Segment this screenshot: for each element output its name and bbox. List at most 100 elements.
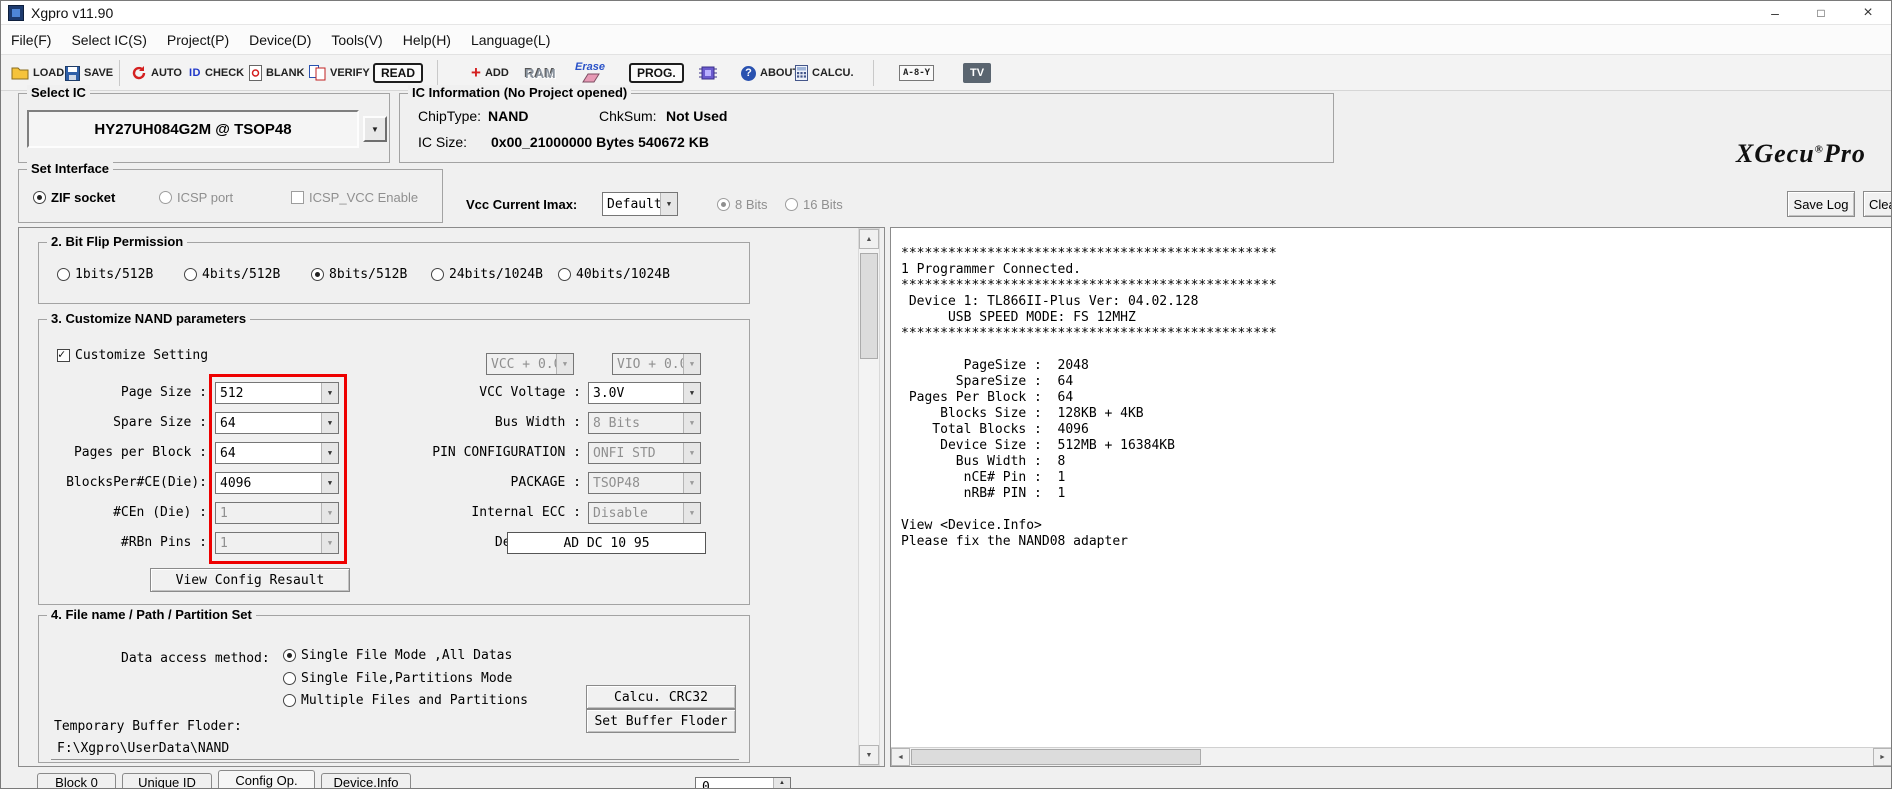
scrollbar-thumb[interactable] bbox=[860, 253, 878, 359]
check-id-button[interactable]: ID CHECK bbox=[189, 55, 244, 91]
block-number-spinner[interactable]: 0 bbox=[695, 777, 791, 788]
vcc-current-label: Vcc Current Imax: bbox=[466, 197, 578, 212]
program-button[interactable]: PROG. bbox=[629, 55, 684, 91]
save-log-button[interactable]: Save Log bbox=[1787, 191, 1855, 217]
tv-icon: TV bbox=[963, 63, 991, 83]
bit-flip-title: 2. Bit Flip Permission bbox=[47, 234, 188, 249]
log-line: 1 Programmer Connected. bbox=[901, 262, 1082, 277]
scroll-left-button[interactable] bbox=[891, 748, 910, 766]
calcu-label: CALCU. bbox=[812, 67, 854, 79]
cen-die-combo: 1 bbox=[215, 502, 339, 524]
selected-ic-display[interactable]: HY27UH084G2M @ TSOP48 bbox=[27, 110, 359, 148]
radio-single-file-all[interactable]: Single File Mode ,All Datas bbox=[283, 648, 512, 663]
tab-device-info[interactable]: Device.Info bbox=[321, 773, 411, 788]
calculator-button[interactable]: CALCU. bbox=[795, 55, 854, 91]
menu-item-language[interactable]: Language(L) bbox=[461, 28, 560, 52]
set-interface-group: Set Interface ZIF socket ICSP port ICSP_… bbox=[18, 161, 443, 223]
vio-offset-value: VIO + 0.0V bbox=[617, 356, 683, 372]
registered-mark: ® bbox=[1814, 143, 1824, 156]
checkbox-icon bbox=[57, 347, 70, 362]
log-line: PageSize : 2048 bbox=[901, 358, 1089, 373]
auto-label: AUTO bbox=[151, 67, 182, 79]
blank-page-icon bbox=[249, 65, 262, 81]
pin-config-combo: ONFI STD bbox=[588, 442, 701, 464]
scroll-down-button[interactable] bbox=[859, 745, 879, 765]
menu-item-select-ic[interactable]: Select IC(S) bbox=[61, 28, 156, 52]
zif-socket-label: ZIF socket bbox=[51, 190, 116, 205]
scroll-right-button[interactable] bbox=[1873, 748, 1891, 766]
vio-offset-combo: VIO + 0.0V bbox=[612, 353, 701, 375]
radio-8bits-512b[interactable]: 8bits/512B bbox=[311, 267, 407, 282]
vcc-voltage-combo[interactable]: 3.0V bbox=[588, 382, 701, 404]
radio-multiple-files[interactable]: Multiple Files and Partitions bbox=[283, 693, 528, 708]
spin-up-icon[interactable] bbox=[774, 778, 790, 788]
radio-4bits-512b[interactable]: 4bits/512B bbox=[184, 267, 280, 282]
about-button[interactable]: ? ABOUT bbox=[741, 55, 799, 91]
bitflip-option-label: 24bits/1024B bbox=[449, 267, 543, 282]
radio-single-file-partitions[interactable]: Single File,Partitions Mode bbox=[283, 671, 512, 686]
log-output-panel: ****************************************… bbox=[890, 227, 1891, 767]
bit-flip-group: 2. Bit Flip Permission 1bits/512B 4bits/… bbox=[38, 234, 750, 304]
menu-item-device[interactable]: Device(D) bbox=[239, 28, 321, 52]
pages-per-block-combo[interactable]: 64 bbox=[215, 442, 339, 464]
floppy-disk-icon bbox=[65, 65, 80, 81]
nand-params-title: 3. Customize NAND parameters bbox=[47, 311, 251, 326]
maximize-button[interactable]: □ bbox=[1798, 1, 1844, 25]
radio-zif-socket[interactable]: ZIF socket bbox=[33, 190, 115, 205]
radio-24bits-1024b[interactable]: 24bits/1024B bbox=[431, 267, 543, 282]
brand-suffix: Pro bbox=[1823, 139, 1866, 168]
radio-icon bbox=[283, 694, 296, 707]
blocks-per-ce-combo[interactable]: 4096 bbox=[215, 472, 339, 494]
pages-per-block-value: 64 bbox=[220, 445, 236, 461]
bus-width-combo: 8 Bits bbox=[588, 412, 701, 434]
logic-converter-button[interactable]: A-8-Y bbox=[899, 55, 935, 91]
blank-check-button[interactable]: BLANK bbox=[249, 55, 305, 91]
chevron-down-icon bbox=[321, 443, 338, 463]
check-label: CHECK bbox=[205, 67, 245, 79]
radio-icon bbox=[33, 191, 46, 204]
internal-ecc-combo: Disable bbox=[588, 502, 701, 524]
spare-size-value: 64 bbox=[220, 415, 236, 431]
set-buffer-folder-button[interactable]: Set Buffer Floder bbox=[586, 709, 736, 733]
spare-size-label: Spare Size : bbox=[113, 415, 207, 430]
device-id-field[interactable]: AD DC 10 95 bbox=[507, 532, 706, 554]
vcc-current-combo[interactable]: Default bbox=[602, 192, 678, 216]
calc-crc32-button[interactable]: Calcu. CRC32 bbox=[586, 685, 736, 709]
chksum-value: Not Used bbox=[666, 108, 728, 124]
log-line: Total Blocks : 4096 bbox=[901, 422, 1089, 437]
tab-unique-id[interactable]: Unique ID bbox=[122, 773, 212, 788]
log-line: Pages Per Block : 64 bbox=[901, 390, 1074, 405]
menu-item-project[interactable]: Project(P) bbox=[157, 28, 239, 52]
menu-item-file[interactable]: File(F) bbox=[1, 28, 61, 52]
chevron-down-icon bbox=[683, 503, 700, 523]
scrollbar-thumb[interactable] bbox=[911, 749, 1201, 765]
radio-icon bbox=[558, 268, 571, 281]
ic-dropdown-button[interactable] bbox=[363, 116, 387, 142]
close-button[interactable]: × bbox=[1844, 1, 1891, 25]
verify-button[interactable]: VERIFY bbox=[309, 55, 370, 91]
tv-mode-button[interactable]: TV bbox=[963, 55, 991, 91]
temp-buffer-path-field[interactable]: F:\Xgpro\UserData\NAND bbox=[51, 738, 739, 760]
radio-icon bbox=[283, 672, 296, 685]
minimize-button[interactable]: – bbox=[1752, 1, 1798, 25]
page-size-combo[interactable]: 512 bbox=[215, 382, 339, 404]
view-config-result-button[interactable]: View Config Resault bbox=[150, 568, 350, 592]
menu-item-help[interactable]: Help(H) bbox=[393, 28, 461, 52]
vcc-offset-value: VCC + 0.0V bbox=[491, 356, 556, 372]
spinner-buttons[interactable] bbox=[773, 778, 790, 788]
bus-width-label: Bus Width : bbox=[494, 415, 581, 430]
blocks-per-ce-label: BlocksPer#CE(Die): bbox=[66, 475, 207, 490]
menu-bar: File(F) Select IC(S) Project(P) Device(D… bbox=[1, 25, 1891, 55]
checkbox-customize-setting[interactable]: Customize Setting bbox=[57, 347, 208, 363]
scroll-up-button[interactable] bbox=[859, 229, 879, 249]
tab-config-op[interactable]: Config Op. bbox=[218, 770, 315, 788]
auto-button[interactable]: AUTO bbox=[131, 55, 182, 91]
radio-1bits-512b[interactable]: 1bits/512B bbox=[57, 267, 153, 282]
clear-log-button[interactable]: Clea bbox=[1863, 191, 1891, 217]
tab-block-0[interactable]: Block 0 bbox=[37, 773, 116, 788]
spare-size-combo[interactable]: 64 bbox=[215, 412, 339, 434]
menu-item-tools[interactable]: Tools(V) bbox=[321, 28, 392, 52]
radio-40bits-1024b[interactable]: 40bits/1024B bbox=[558, 267, 670, 282]
log-line: nCE# Pin : 1 bbox=[901, 470, 1066, 485]
ic-chip-button[interactable] bbox=[699, 55, 717, 91]
